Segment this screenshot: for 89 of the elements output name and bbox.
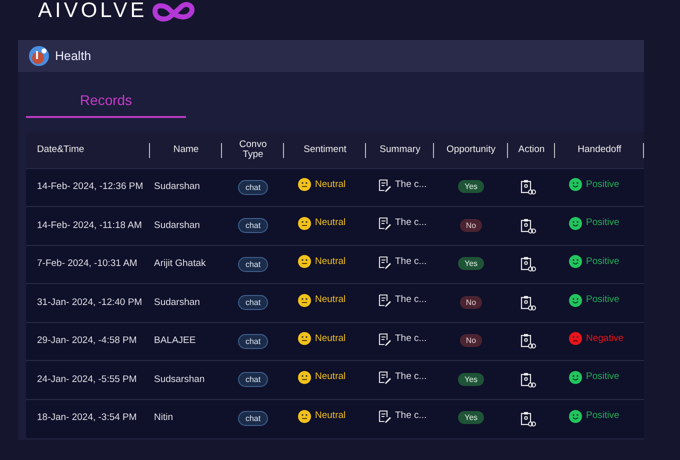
records-tab[interactable]: Records <box>26 90 186 118</box>
handoff-label: Positive <box>586 370 620 384</box>
clipboard-link-icon[interactable] <box>520 372 536 388</box>
date-cell: 29-Jan- 2024, -4:58 PM <box>37 335 137 346</box>
column-header: Opportunity <box>446 144 496 155</box>
health-avatar-icon <box>29 46 49 66</box>
note-edit-icon[interactable] <box>378 293 391 308</box>
column-header: Action <box>518 144 545 155</box>
summary-text: The c... <box>395 178 427 192</box>
sentiment-label: Neutral <box>315 254 346 269</box>
name-cell-text: Sudarshan <box>154 296 201 310</box>
convo-type-tag: chat <box>238 410 268 426</box>
opportunity-tag: No <box>460 218 482 232</box>
sentiment-label: Neutral <box>315 178 346 192</box>
convo-type-tag: chat <box>238 295 268 310</box>
neutral-face-icon <box>298 216 311 230</box>
note-edit-icon[interactable] <box>378 178 391 192</box>
smiling-face-icon <box>569 294 582 307</box>
date-cell: 14-Feb- 2024, -12:36 PM <box>37 181 144 192</box>
sentiment-label: Neutral <box>315 332 346 346</box>
note-edit-icon[interactable] <box>378 216 391 230</box>
sentiment-label: Neutral <box>315 293 346 308</box>
sad-face-icon <box>569 332 582 346</box>
name-cell-text: Arijit Ghatak <box>154 257 207 272</box>
date-cell: 7-Feb- 2024, -10:31 AM <box>37 258 138 270</box>
smiling-face-icon <box>569 255 582 268</box>
note-edit-icon[interactable] <box>378 332 391 346</box>
summary-text: The c... <box>395 293 427 308</box>
handoff-label: Positive <box>586 409 620 424</box>
sentiment-label: Neutral <box>315 216 346 230</box>
name-cell-text: Nitin <box>154 411 174 426</box>
column-header: Date&Time <box>37 144 84 155</box>
convo-type-tag: chat <box>238 372 268 388</box>
summary-text: The c... <box>395 408 427 423</box>
convo-type-tag: chat <box>238 218 268 234</box>
clipboard-link-icon[interactable] <box>520 333 536 350</box>
handoff-label: Negative <box>586 332 624 346</box>
note-edit-icon[interactable] <box>378 254 391 269</box>
panel-title: Health <box>55 48 92 65</box>
convo-type-tag: chat <box>238 180 268 195</box>
column-header: Sentiment <box>304 144 346 155</box>
name-cell-text: Sudsarshan <box>154 372 206 387</box>
summary-text: The c... <box>395 216 427 230</box>
logo-text: AIVOLVE <box>38 0 148 22</box>
opportunity-tag: No <box>460 296 482 309</box>
handoff-label: Positive <box>586 293 620 308</box>
convo-type-tag: chat <box>238 256 268 272</box>
clipboard-link-icon[interactable] <box>520 218 536 234</box>
neutral-face-icon <box>298 294 311 307</box>
neutral-face-icon <box>298 370 311 384</box>
date-cell: 14-Feb- 2024, -11:18 AM <box>37 220 142 231</box>
handoff-label: Positive <box>586 254 620 269</box>
name-cell-text: Sudarshan <box>154 180 201 194</box>
smiling-face-icon <box>569 216 582 230</box>
name-cell-text: BALAJEE <box>154 334 197 348</box>
summary-text: The c... <box>395 254 427 269</box>
name-cell-text: Sudarshan <box>154 218 201 233</box>
note-edit-icon[interactable] <box>378 408 391 423</box>
neutral-face-icon <box>298 332 311 346</box>
handoff-label: Positive <box>586 216 620 230</box>
opportunity-tag: Yes <box>458 372 484 386</box>
opportunity-tag: Yes <box>458 411 484 424</box>
clipboard-link-icon[interactable] <box>520 256 536 272</box>
opportunity-tag: Yes <box>458 257 484 270</box>
clipboard-link-icon[interactable] <box>520 179 536 196</box>
column-header: Name <box>173 144 199 155</box>
opportunity-tag: No <box>460 334 482 348</box>
column-header: Handedoff <box>578 144 622 155</box>
neutral-face-icon <box>298 178 311 192</box>
date-cell: 18-Jan- 2024, -3:54 PM <box>37 412 137 424</box>
note-edit-icon[interactable] <box>378 370 391 384</box>
neutral-face-icon <box>298 255 311 268</box>
smiling-face-icon <box>569 370 582 384</box>
opportunity-tag: Yes <box>458 180 484 194</box>
handoff-label: Positive <box>586 178 620 192</box>
date-cell: 31-Jan- 2024, -12:40 PM <box>37 296 142 308</box>
smiling-face-icon <box>569 410 582 423</box>
date-cell: 24-Jan- 2024, -5:55 PM <box>37 374 137 385</box>
column-header: Convo Type <box>238 140 268 160</box>
summary-text: The c... <box>395 370 427 384</box>
smiling-face-icon <box>569 178 582 192</box>
column-header: Summary <box>380 144 420 155</box>
sentiment-label: Neutral <box>315 370 346 384</box>
summary-text: The c... <box>395 332 427 346</box>
clipboard-link-icon[interactable] <box>520 410 536 426</box>
clipboard-link-icon[interactable] <box>520 294 536 311</box>
convo-type-tag: chat <box>238 334 268 349</box>
sentiment-label: Neutral <box>315 409 346 424</box>
neutral-face-icon <box>298 410 311 423</box>
